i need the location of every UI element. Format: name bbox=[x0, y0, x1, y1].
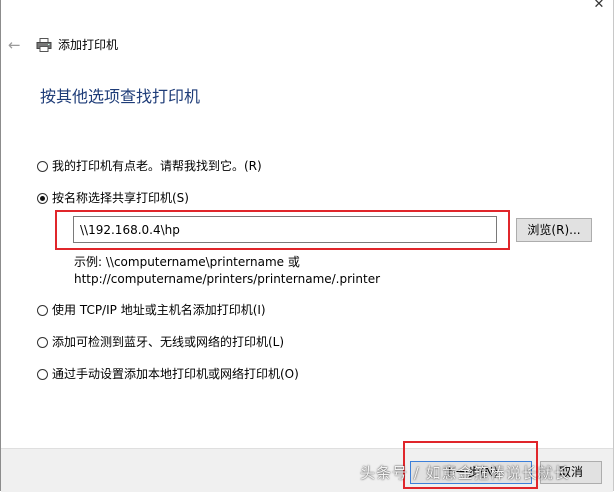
browse-button[interactable]: 浏览(R)... bbox=[516, 218, 592, 242]
radio-bluetooth-wireless[interactable] bbox=[37, 336, 48, 348]
option-manual-settings[interactable]: 通过手动设置添加本地打印机或网络打印机(O) bbox=[37, 366, 299, 382]
example-line-2: http://computername/printers/printername… bbox=[74, 272, 381, 286]
window-title: 添加打印机 bbox=[58, 38, 119, 52]
option-bluetooth-wireless[interactable]: 添加可检测到蓝牙、无线或网络的打印机(L) bbox=[37, 334, 284, 350]
example-text: 示例: \\computername\printername 或 http://… bbox=[74, 254, 380, 288]
back-arrow-icon[interactable]: ← bbox=[8, 36, 24, 54]
cancel-button[interactable]: 取消 bbox=[540, 461, 602, 484]
printer-icon bbox=[36, 38, 52, 52]
option-manual-settings-label: 通过手动设置添加本地打印机或网络打印机(O) bbox=[52, 367, 299, 381]
option-old-printer[interactable]: 我的打印机有点老。请帮我找到它。(R) bbox=[37, 158, 262, 174]
radio-manual-settings[interactable] bbox=[37, 368, 48, 380]
example-line-1: 示例: \\computername\printername 或 bbox=[74, 255, 300, 269]
page-heading: 按其他选项查找打印机 bbox=[40, 87, 201, 106]
window-left-border bbox=[0, 0, 1, 491]
close-icon[interactable]: ✕ bbox=[590, 0, 608, 14]
share-name-input[interactable] bbox=[74, 217, 496, 242]
option-old-printer-label: 我的打印机有点老。请帮我找到它。(R) bbox=[52, 159, 262, 173]
radio-tcpip[interactable] bbox=[37, 304, 48, 316]
radio-old-printer[interactable] bbox=[37, 160, 48, 172]
option-share-by-name-label: 按名称选择共享打印机(S) bbox=[52, 191, 189, 205]
option-tcpip-label: 使用 TCP/IP 地址或主机名添加打印机(I) bbox=[52, 303, 266, 317]
option-bluetooth-wireless-label: 添加可检测到蓝牙、无线或网络的打印机(L) bbox=[52, 335, 285, 349]
share-name-field-box bbox=[73, 216, 497, 243]
next-button[interactable]: 下一步(N) bbox=[410, 461, 532, 484]
radio-share-by-name[interactable] bbox=[37, 192, 48, 204]
option-tcpip[interactable]: 使用 TCP/IP 地址或主机名添加打印机(I) bbox=[37, 302, 266, 318]
option-share-by-name[interactable]: 按名称选择共享打印机(S) bbox=[37, 190, 189, 206]
